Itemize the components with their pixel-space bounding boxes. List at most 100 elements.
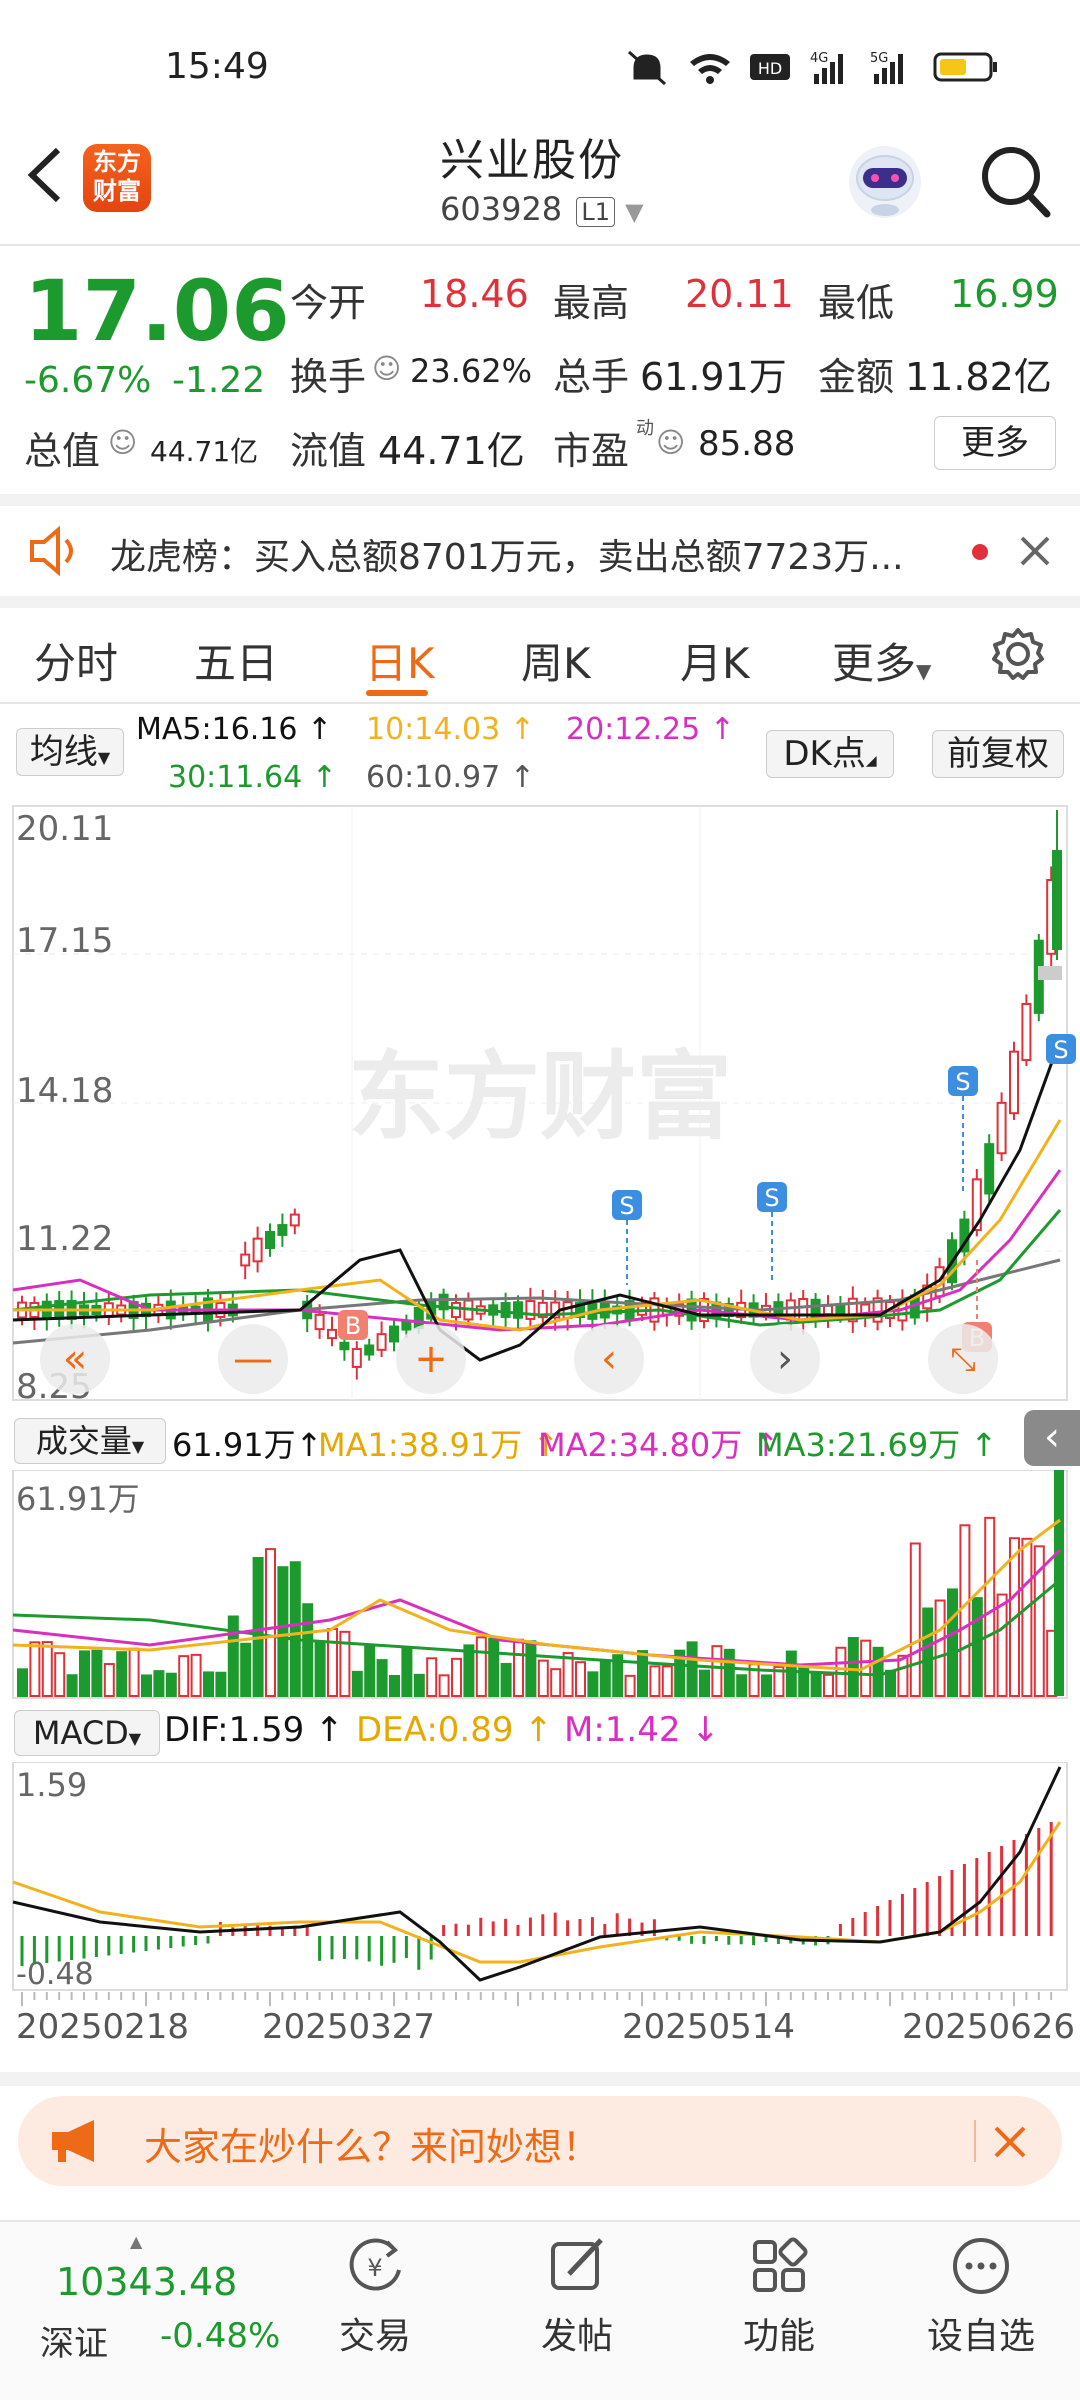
macd-selector[interactable]: MACD▼ <box>14 1710 160 1756</box>
back-button[interactable] <box>20 140 70 210</box>
volume-selector[interactable]: 成交量▼ <box>14 1418 166 1464</box>
zoom-in-button[interactable]: + <box>396 1324 466 1394</box>
volume-ma2-text: MA2:34.80万 <box>538 1426 743 1464</box>
info-icon[interactable]: ☺ <box>372 352 401 385</box>
ma-selector[interactable]: 均线▼ <box>16 728 124 776</box>
candle-body <box>351 1348 362 1368</box>
adjust-price-button[interactable]: 前复权 <box>932 730 1064 778</box>
volume-bar <box>513 1638 524 1697</box>
search-button[interactable] <box>975 142 1055 226</box>
macd-chart[interactable]: 1.59 -0.48 <box>0 1762 1080 1992</box>
volume-bar <box>327 1628 338 1698</box>
macd-lines <box>12 1766 1062 1982</box>
volume-bar <box>649 1665 661 1698</box>
fullscreen-button[interactable]: ⤡ <box>928 1324 998 1394</box>
nav-post[interactable]: 发帖 <box>522 2234 632 2359</box>
zoom-out-button[interactable]: — <box>218 1324 288 1394</box>
volume-ma2: MA2:34.80万 ↑ <box>538 1426 780 1464</box>
last-price: 17.06 <box>24 262 290 360</box>
open-label: 今开 <box>290 281 367 325</box>
volume-bar <box>240 1642 252 1698</box>
svg-text:S: S <box>1053 1036 1068 1064</box>
tab-more[interactable]: 更多▼ <box>832 630 931 691</box>
volume-bar <box>128 1647 140 1697</box>
volume-bar <box>79 1650 90 1697</box>
volume-bar <box>141 1674 152 1698</box>
close-icon[interactable] <box>990 2122 1030 2162</box>
volume-bars <box>17 1470 1064 1698</box>
scroll-left-fast-button[interactable]: « <box>40 1324 110 1394</box>
wifi-icon <box>690 54 730 84</box>
info-icon[interactable]: ☺ <box>108 426 137 459</box>
macd-dif: DIF:1.59 ↑ <box>164 1710 344 1750</box>
volume-bar <box>302 1603 314 1697</box>
more-quote-button[interactable]: 更多 <box>934 416 1056 470</box>
index-value[interactable]: 10343.48 <box>56 2260 237 2304</box>
volume-bar <box>761 1674 772 1697</box>
tab-five-day[interactable]: 五日 <box>194 630 278 691</box>
candle-body <box>364 1344 375 1356</box>
svg-text:S: S <box>764 1184 779 1212</box>
tab-monthly-k[interactable]: 月K <box>680 630 750 691</box>
volume-bar <box>116 1651 128 1697</box>
volume-label: 总手 <box>553 355 630 399</box>
volume-bar <box>389 1674 400 1698</box>
volume-bar <box>91 1649 103 1697</box>
expand-up-icon[interactable]: ▲ <box>130 2232 142 2251</box>
ask-miaoxiang-bar[interactable]: 大家在炒什么？来问妙想！ <box>18 2096 1062 2186</box>
volume-ma1: MA1:38.91万 ↑ <box>318 1426 560 1464</box>
trade-icon: ¥ <box>349 2238 401 2291</box>
amount-label: 金额 <box>818 355 895 399</box>
volume-bar <box>909 1542 921 1697</box>
macd-top-label: 1.59 <box>16 1766 87 1804</box>
volume-bar <box>277 1566 289 1698</box>
candle-body <box>1009 1050 1019 1115</box>
scroll-left-button[interactable]: ‹ <box>574 1324 644 1394</box>
candle-body <box>451 1301 461 1319</box>
vol-ma1-line <box>12 1518 1061 1672</box>
eastmoney-logo[interactable]: 东方 财富 <box>83 144 151 212</box>
settings-gear-icon[interactable] <box>990 626 1046 682</box>
nav-functions[interactable]: 功能 <box>724 2234 834 2359</box>
nav-functions-label: 功能 <box>742 2316 815 2357</box>
volume-bar <box>17 1668 28 1698</box>
volume-bar <box>190 1653 202 1697</box>
volume-bar <box>736 1674 748 1697</box>
candle-body <box>823 1304 833 1316</box>
change-pct: -6.67% <box>24 360 152 401</box>
info-icon[interactable]: ☺ <box>656 426 685 459</box>
nav-add-watchlist[interactable]: 设自选 <box>916 2234 1046 2359</box>
dragon-tiger-notice[interactable]: 龙虎榜：买入总额8701万元，卖出总额7723万... <box>0 506 1080 596</box>
volume-bar <box>54 1652 66 1697</box>
scroll-right-button[interactable]: › <box>750 1324 820 1394</box>
macd-selector-label: MACD <box>32 1714 129 1752</box>
volume-bar <box>699 1669 710 1698</box>
y-label: 17.15 <box>16 921 113 961</box>
index-change: -0.48% <box>160 2316 281 2356</box>
volume-bar <box>922 1607 934 1697</box>
turnover-label: 换手 <box>290 355 367 399</box>
ask-text: 大家在炒什么？来问妙想！ <box>144 2125 601 2169</box>
close-icon[interactable] <box>1018 534 1052 568</box>
nav-trade-label: 交易 <box>338 2316 411 2357</box>
tab-fenshi[interactable]: 分时 <box>34 630 118 691</box>
ai-robot-icon[interactable] <box>845 142 925 222</box>
ma5-text: MA5:16.16 <box>136 712 298 747</box>
tab-daily-k[interactable]: 日K <box>365 630 435 691</box>
high-label: 最高 <box>553 281 630 325</box>
collapse-panel-button[interactable]: ‹ <box>1024 1410 1080 1466</box>
hd-icon: HD <box>750 54 790 80</box>
macd-bottom-label: -0.48 <box>16 1957 94 1992</box>
y-label: 20.11 <box>16 809 113 849</box>
volume-bar <box>451 1657 462 1697</box>
volume-bar <box>587 1671 599 1697</box>
volume-chart[interactable]: 61.91万 <box>0 1470 1080 1700</box>
stock-code-row[interactable]: 603928 L1 ▼ <box>440 190 644 228</box>
volume-bar <box>475 1636 487 1697</box>
pe-label: 市盈 <box>553 429 630 473</box>
dk-point-button[interactable]: DK点◢ <box>766 730 894 778</box>
tab-weekly-k[interactable]: 周K <box>521 630 591 691</box>
svg-text:B: B <box>345 1312 361 1340</box>
nav-trade[interactable]: ¥ 交易 <box>320 2234 430 2359</box>
volume-bar <box>227 1615 239 1697</box>
